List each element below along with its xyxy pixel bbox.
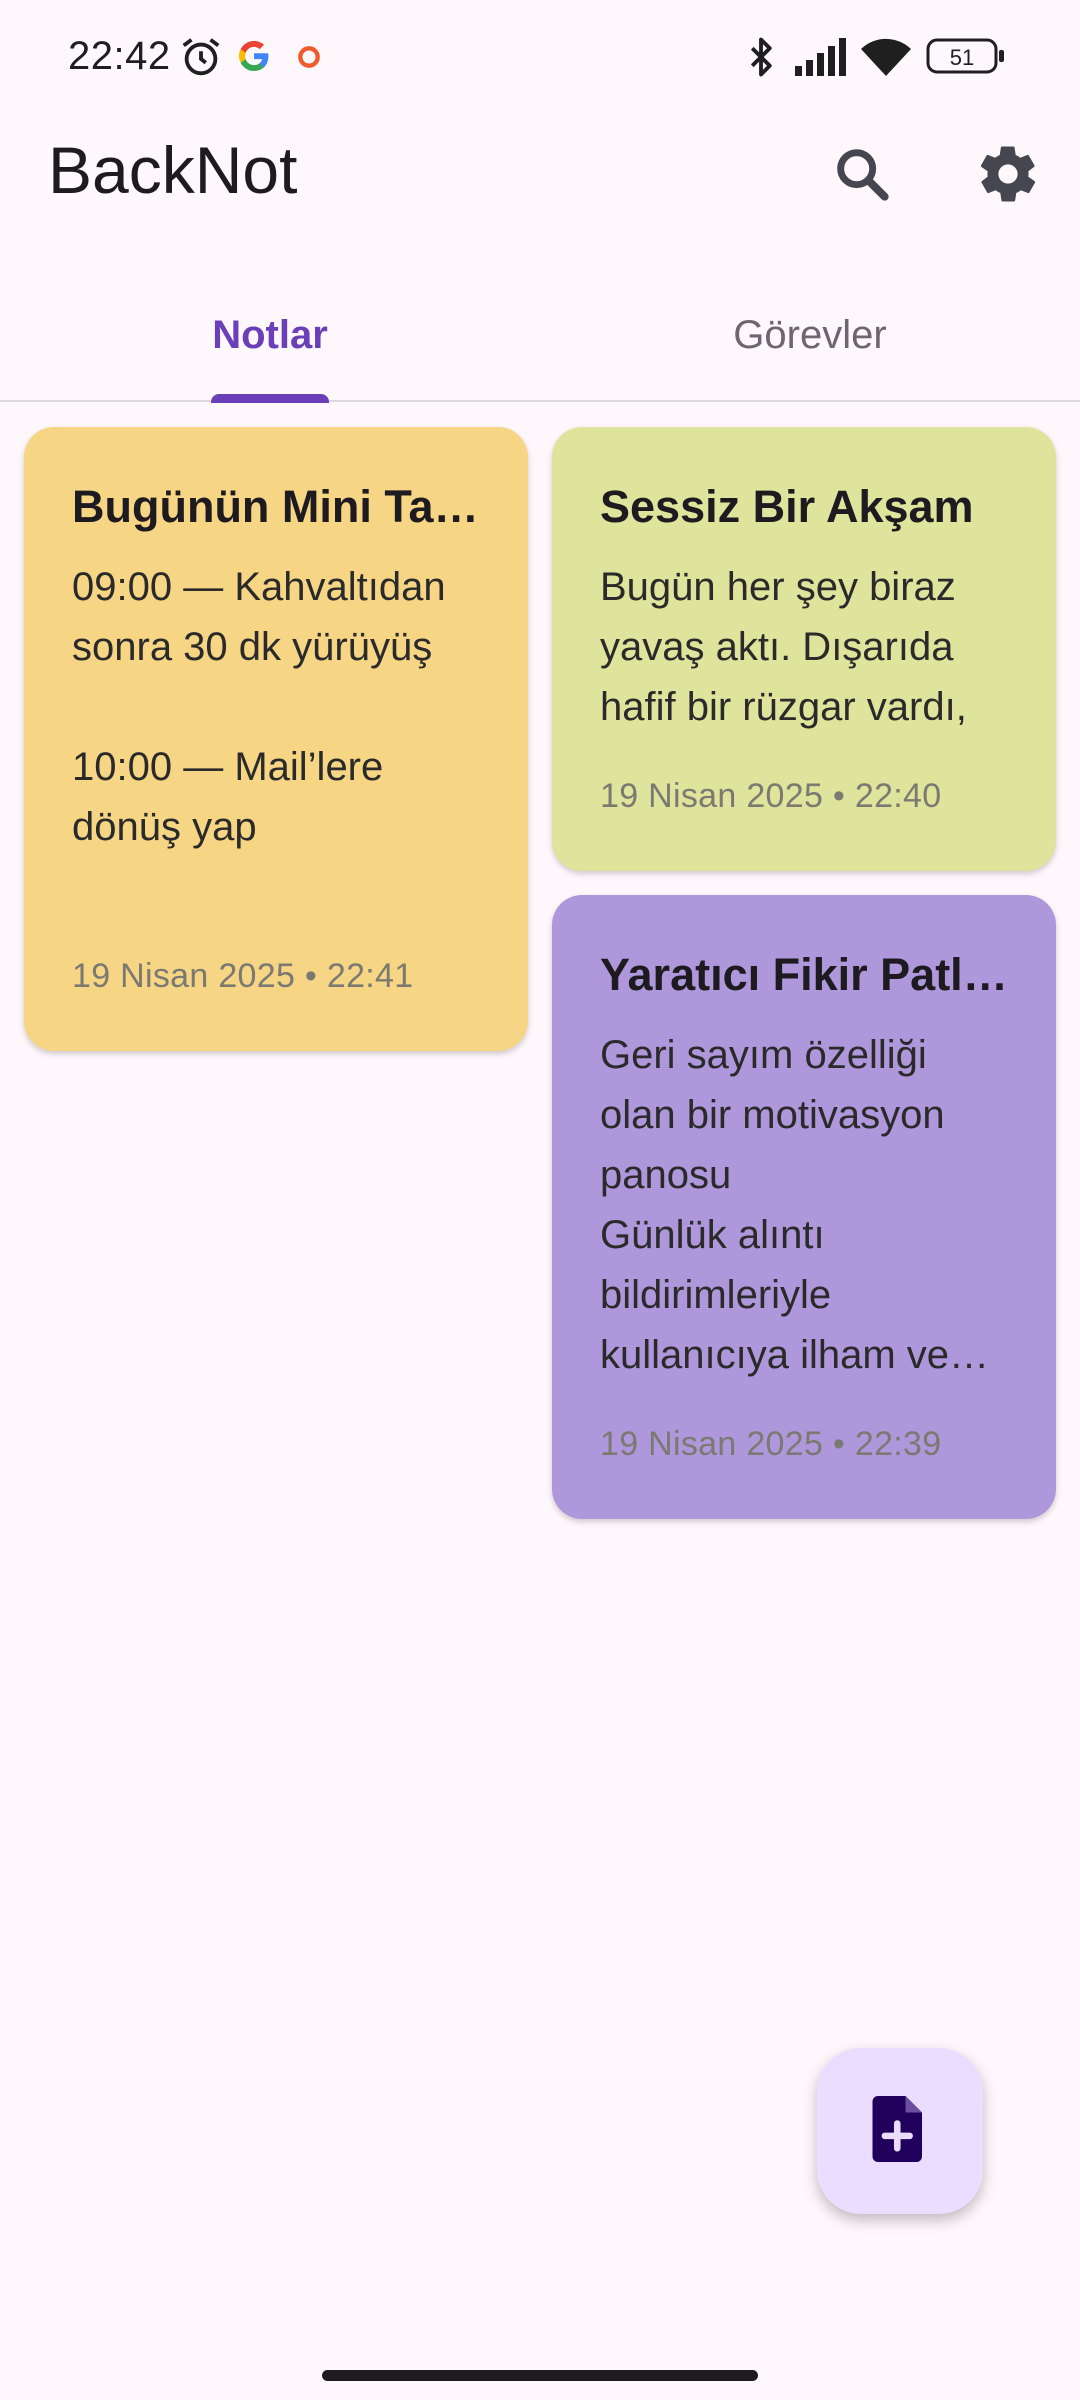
note-title: Bugünün Mini Takvimi <box>72 481 480 532</box>
note-date: 19 Nisan 2025 • 22:39 <box>600 1425 942 1463</box>
battery-icon: 51 <box>926 36 1006 81</box>
notification-dot-icon <box>296 44 322 75</box>
home-indicator[interactable] <box>322 2370 758 2381</box>
add-note-icon <box>870 2095 930 2167</box>
settings-button[interactable] <box>960 128 1056 224</box>
note-body: Geri sayım özelliği olan bir motivasyon … <box>600 1033 990 1377</box>
note-card[interactable]: Bugünün Mini Takvimi 09:00 — Kahvaltıdan… <box>24 427 528 1051</box>
note-date: 19 Nisan 2025 • 22:40 <box>600 777 942 815</box>
note-title: Yaratıcı Fikir Patlaması <box>600 949 1008 1000</box>
note-card[interactable]: Sessiz Bir Akşam Bugün her şey biraz yav… <box>552 427 1056 871</box>
note-date: 19 Nisan 2025 • 22:41 <box>72 957 414 995</box>
tab-indicator <box>211 394 329 403</box>
tab-gorevler[interactable]: Görevler <box>540 268 1080 402</box>
alarm-icon <box>178 34 224 85</box>
tab-gorevler-label: Görevler <box>733 312 887 357</box>
tab-bar: Notlar Görevler <box>0 268 1080 403</box>
status-time: 22:42 <box>68 34 171 78</box>
tab-notlar[interactable]: Notlar <box>0 268 540 402</box>
note-card[interactable]: Yaratıcı Fikir Patlaması Geri sayım özel… <box>552 895 1056 1519</box>
wifi-icon <box>860 36 912 83</box>
bluetooth-icon <box>740 34 782 85</box>
note-body: Bugün her şey biraz yavaş aktı. Dışarıda… <box>600 565 967 729</box>
app-title: BackNot <box>48 133 298 207</box>
tab-notlar-label: Notlar <box>212 312 328 357</box>
signal-icon <box>795 38 847 81</box>
add-note-button[interactable] <box>817 2048 983 2214</box>
search-icon <box>830 142 894 211</box>
note-body: 09:00 — Kahvaltıdan sonra 30 dk yürüyüş … <box>72 565 446 849</box>
battery-level: 51 <box>950 45 974 70</box>
google-icon <box>236 38 272 79</box>
note-title: Sessiz Bir Akşam <box>600 481 974 532</box>
status-bar: 22:42 51 <box>0 0 1080 120</box>
settings-icon <box>975 141 1041 212</box>
search-button[interactable] <box>814 128 910 224</box>
